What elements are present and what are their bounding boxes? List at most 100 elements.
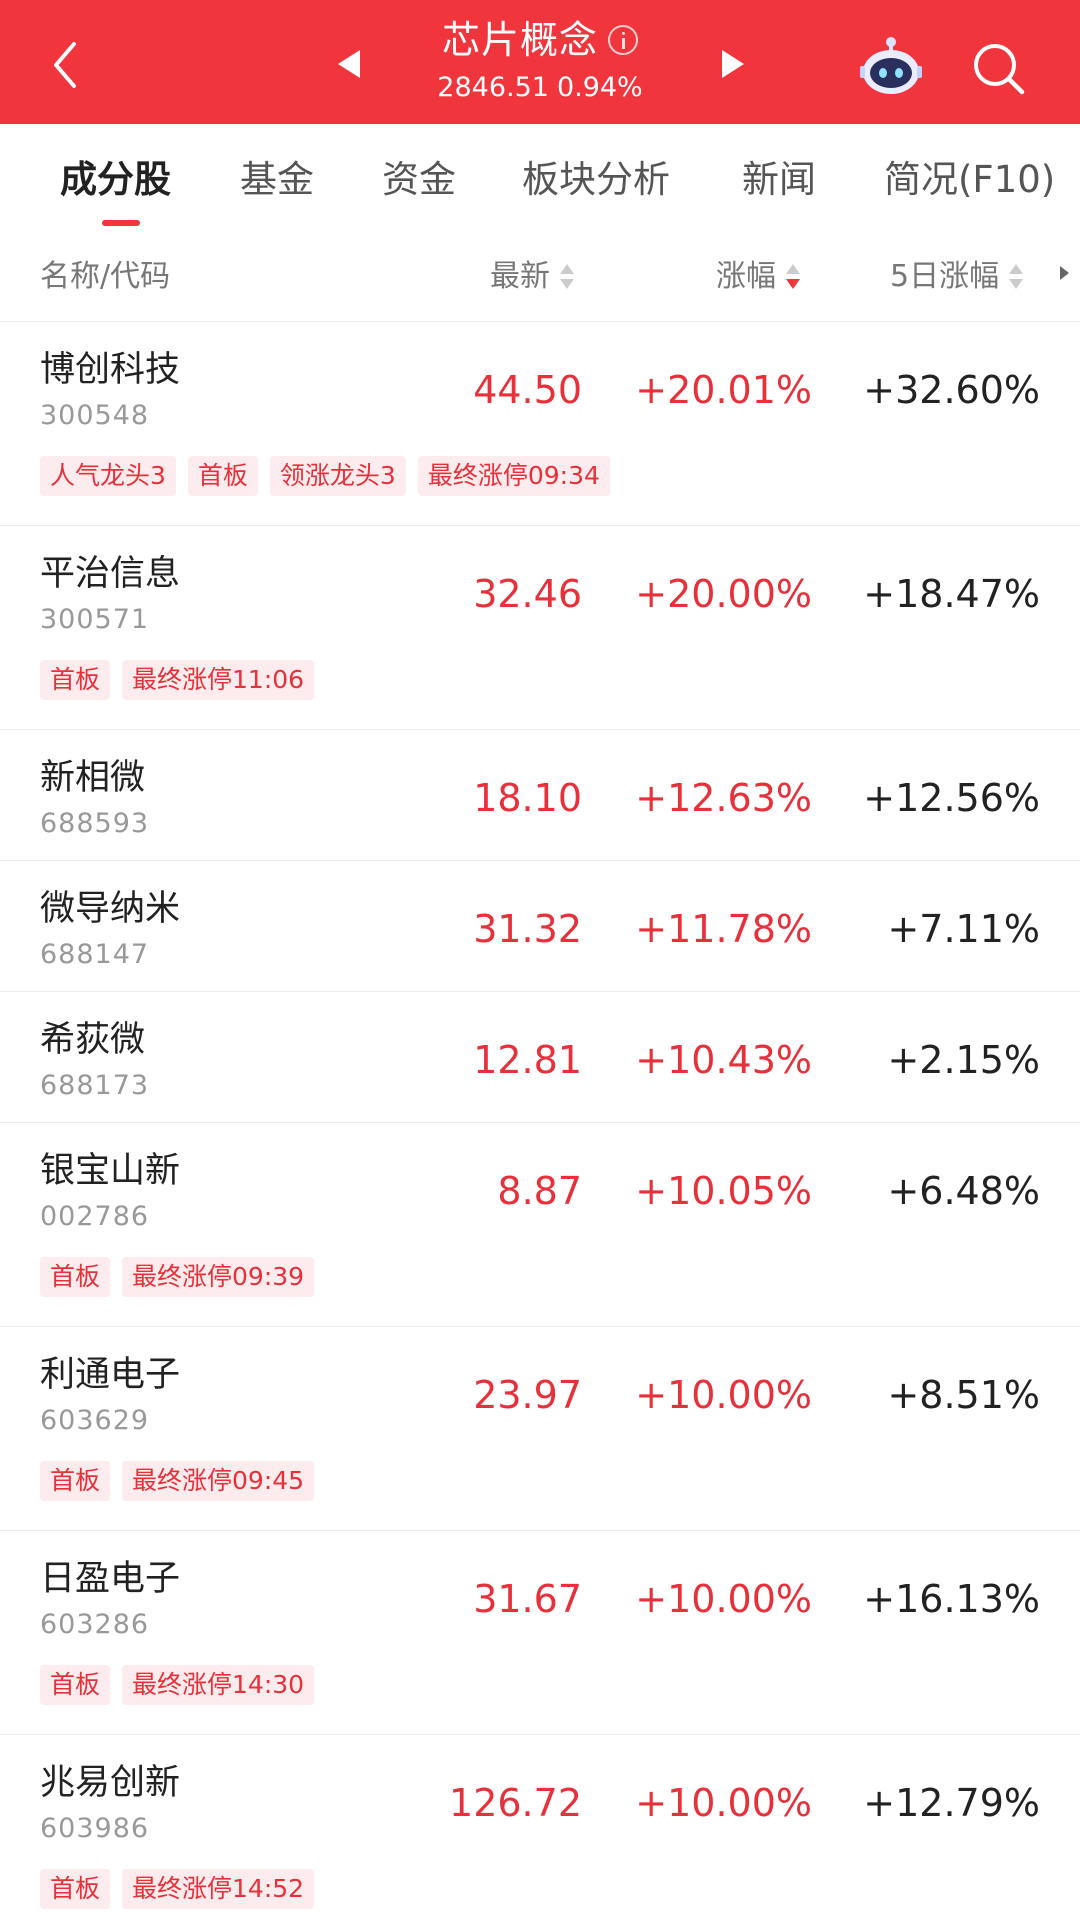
- stock-code: 688173: [40, 1070, 150, 1101]
- tag-list: 首板 最终涨停14:52: [40, 1869, 315, 1909]
- index-value: 2846.51: [437, 72, 549, 103]
- stock-code: 300571: [40, 604, 150, 635]
- stock-tag: 最终涨停09:39: [122, 1257, 315, 1297]
- column-change-label: 涨幅: [716, 259, 776, 294]
- stock-change: +10.00%: [635, 1781, 812, 1825]
- prev-sector-button[interactable]: [330, 44, 370, 84]
- robot-assistant-icon: [860, 37, 922, 94]
- stock-code: 300548: [40, 400, 150, 431]
- stock-name: 兆易创新: [40, 1763, 181, 1803]
- triangle-left-icon: [338, 50, 360, 78]
- stock-change-5d: +7.11%: [887, 907, 1040, 951]
- stock-change-5d: +18.47%: [863, 572, 1040, 616]
- stock-name: 微导纳米: [40, 889, 181, 929]
- stock-change-5d: +12.56%: [863, 776, 1040, 820]
- column-name-code: 名称/代码: [40, 256, 170, 298]
- stock-change-5d: +12.79%: [863, 1781, 1040, 1825]
- stock-price: 12.81: [473, 1038, 582, 1082]
- column-header: 名称/代码 最新 涨幅 5日涨幅: [0, 232, 1080, 322]
- stock-tag: 首板: [187, 456, 258, 496]
- index-quote: 2846.51 0.94%: [380, 70, 700, 106]
- stock-code: 002786: [40, 1201, 150, 1232]
- stock-row[interactable]: 新相微 688593 18.10 +12.63% +12.56%: [0, 730, 1080, 861]
- index-change: 0.94%: [556, 72, 643, 103]
- stock-price: 32.46: [473, 572, 582, 616]
- stock-row[interactable]: 银宝山新 002786 8.87 +10.05% +6.48% 首板 最终涨停0…: [0, 1123, 1080, 1327]
- stock-change: +10.05%: [635, 1169, 812, 1213]
- sort-icon: [560, 264, 574, 290]
- sort-icon: [1009, 264, 1024, 290]
- stock-change: +12.63%: [635, 776, 812, 820]
- stock-code: 603629: [40, 1405, 150, 1436]
- tag-list: 首板 最终涨停11:06: [40, 660, 315, 700]
- stock-price: 44.50: [473, 368, 582, 412]
- stock-tag: 最终涨停14:30: [122, 1665, 315, 1705]
- info-icon[interactable]: [608, 25, 638, 55]
- stock-price: 31.67: [473, 1577, 582, 1621]
- stock-row[interactable]: 希荻微 688173 12.81 +10.43% +2.15%: [0, 992, 1080, 1123]
- tab-bar: 成分股 基金 资金 板块分析 新闻 简况(F10): [0, 124, 1080, 232]
- stock-price: 126.72: [449, 1781, 582, 1825]
- stock-tag: 首板: [40, 1257, 111, 1297]
- stock-change-5d: +16.13%: [863, 1577, 1040, 1621]
- column-change5d-label: 5日涨幅: [890, 259, 1000, 294]
- stock-change-5d: +6.48%: [887, 1169, 1040, 1213]
- stock-price: 23.97: [473, 1373, 582, 1417]
- tab-profile-f10[interactable]: 简况(F10): [884, 154, 1055, 206]
- stock-row[interactable]: 平治信息 300571 32.46 +20.00% +18.47% 首板 最终涨…: [0, 526, 1080, 730]
- active-tab-indicator: [102, 220, 140, 226]
- sort-desc-icon: [786, 264, 800, 290]
- stock-name: 新相微: [40, 758, 146, 798]
- stock-row[interactable]: 日盈电子 603286 31.67 +10.00% +16.13% 首板 最终涨…: [0, 1531, 1080, 1735]
- stock-row[interactable]: 微导纳米 688147 31.32 +11.78% +7.11%: [0, 861, 1080, 992]
- stock-price: 8.87: [497, 1169, 582, 1213]
- page-title: 芯片概念: [441, 18, 598, 62]
- stock-name: 日盈电子: [40, 1559, 181, 1599]
- stock-price: 31.32: [473, 907, 582, 951]
- tab-funds[interactable]: 基金: [240, 154, 314, 206]
- title-block: 芯片概念 2846.51 0.94%: [380, 14, 700, 106]
- triangle-right-icon: [722, 50, 744, 78]
- stock-name: 银宝山新: [40, 1151, 181, 1191]
- tag-list: 首板 最终涨停09:45: [40, 1461, 315, 1501]
- tab-sector-analysis[interactable]: 板块分析: [522, 154, 670, 206]
- stock-tag: 人气龙头3: [40, 456, 176, 496]
- stock-row[interactable]: 利通电子 603629 23.97 +10.00% +8.51% 首板 最终涨停…: [0, 1327, 1080, 1531]
- stock-change: +10.43%: [635, 1038, 812, 1082]
- stock-name: 博创科技: [40, 350, 181, 390]
- sort-by-change[interactable]: 涨幅: [716, 256, 800, 298]
- stock-tag: 首板: [40, 660, 111, 700]
- stock-list: 博创科技 300548 44.50 +20.01% +32.60% 人气龙头3 …: [0, 322, 1080, 1930]
- column-price-label: 最新: [490, 259, 550, 294]
- tab-news[interactable]: 新闻: [742, 154, 816, 206]
- more-columns-arrow-icon[interactable]: [1060, 266, 1069, 280]
- stock-change: +11.78%: [635, 907, 812, 951]
- stock-tag: 领涨龙头3: [269, 456, 406, 496]
- stock-row[interactable]: 兆易创新 603986 126.72 +10.00% +12.79% 首板 最终…: [0, 1735, 1080, 1930]
- sort-by-price[interactable]: 最新: [490, 256, 574, 298]
- back-button[interactable]: [40, 30, 100, 100]
- tag-list: 首板 最终涨停14:30: [40, 1665, 315, 1705]
- search-icon: [974, 44, 1025, 95]
- search-button[interactable]: [970, 40, 1028, 98]
- sort-by-change5d[interactable]: 5日涨幅: [890, 256, 1024, 298]
- tag-list: 首板 最终涨停09:39: [40, 1257, 315, 1297]
- tab-constituents[interactable]: 成分股: [60, 154, 171, 206]
- stock-change-5d: +32.60%: [863, 368, 1040, 412]
- stock-name: 利通电子: [40, 1355, 181, 1395]
- stock-tag: 最终涨停14:52: [122, 1869, 315, 1909]
- stock-change-5d: +2.15%: [887, 1038, 1040, 1082]
- stock-code: 688147: [40, 939, 150, 970]
- stock-code: 688593: [40, 808, 150, 839]
- chevron-left-icon: [54, 42, 76, 88]
- stock-row[interactable]: 博创科技 300548 44.50 +20.01% +32.60% 人气龙头3 …: [0, 322, 1080, 526]
- tab-capital[interactable]: 资金: [382, 154, 456, 206]
- stock-tag: 最终涨停09:34: [417, 456, 610, 496]
- assistant-button[interactable]: [858, 36, 924, 96]
- stock-code: 603986: [40, 1813, 150, 1844]
- stock-change-5d: +8.51%: [887, 1373, 1040, 1417]
- stock-change: +10.00%: [635, 1373, 812, 1417]
- stock-tag: 首板: [40, 1665, 111, 1705]
- next-sector-button[interactable]: [712, 44, 752, 84]
- stock-change: +10.00%: [635, 1577, 812, 1621]
